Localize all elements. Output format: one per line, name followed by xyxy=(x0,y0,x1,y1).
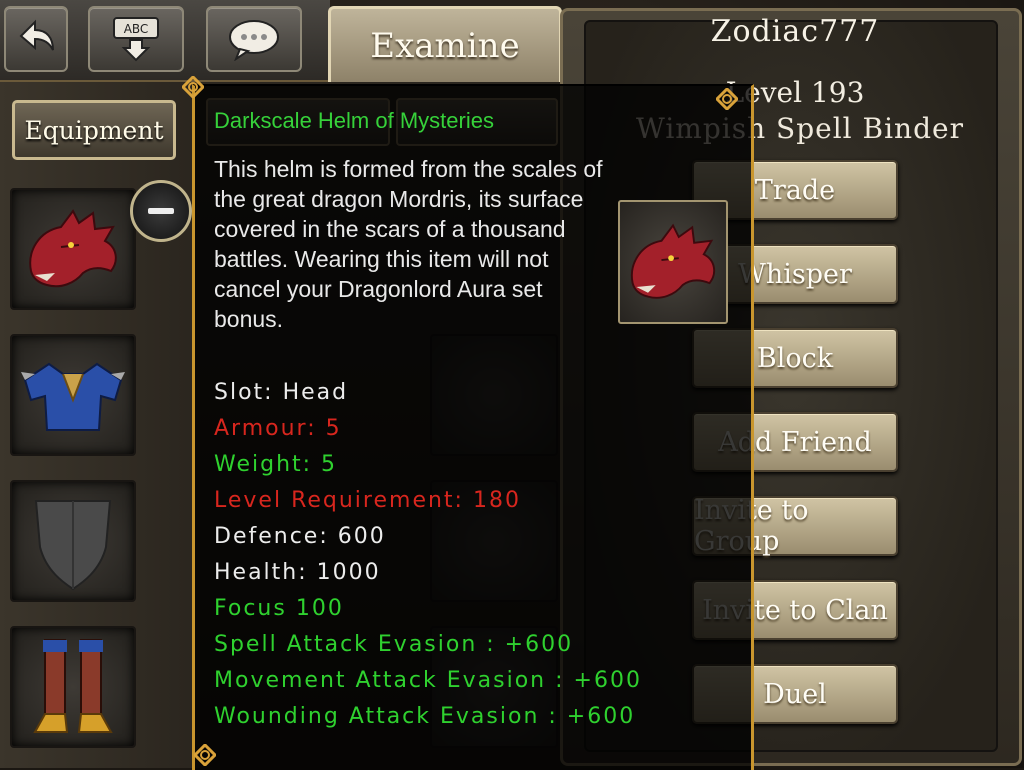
chat-button[interactable] xyxy=(206,6,302,72)
stat-focus: Focus 100 xyxy=(214,596,344,621)
item-name: Darkscale Helm of Mysteries xyxy=(214,108,494,133)
back-button[interactable] xyxy=(4,6,68,72)
stat-wounding-attack-evasion: Wounding Attack Evasion : +600 xyxy=(214,704,636,729)
stat-health: Health: 1000 xyxy=(214,560,381,585)
dragon-helm-icon xyxy=(630,223,716,299)
tab-examine[interactable]: Examine xyxy=(328,6,562,83)
equipment-slot-feet[interactable] xyxy=(10,626,136,748)
abc-label: ABC xyxy=(124,22,149,36)
item-preview xyxy=(618,200,728,324)
item-description: This helm is formed from the scales of t… xyxy=(214,156,603,332)
text-input-button[interactable]: ABC xyxy=(88,6,184,72)
minus-icon xyxy=(148,208,174,214)
blue-armour-icon xyxy=(21,362,125,431)
unequip-button[interactable] xyxy=(130,180,192,242)
stat-armour: Armour: 5 xyxy=(214,416,342,441)
shield-icon xyxy=(34,500,112,591)
equipment-slot-head[interactable] xyxy=(10,188,136,310)
stat-level-requirement: Level Requirement: 180 xyxy=(214,488,521,513)
celtic-knot-icon xyxy=(716,88,738,110)
stat-movement-attack-evasion: Movement Attack Evasion : +600 xyxy=(214,668,642,693)
equipment-button[interactable]: Equipment xyxy=(12,100,176,160)
speech-bubble-icon xyxy=(229,20,279,61)
celtic-knot-icon xyxy=(182,76,204,98)
stat-weight: Weight: 5 xyxy=(214,452,338,477)
boots-icon xyxy=(33,639,113,733)
abc-text-input-icon: ABC xyxy=(113,17,159,62)
back-arrow-icon xyxy=(19,19,54,51)
stat-slot: Slot: Head xyxy=(214,380,349,405)
player-name: Zodiac777 xyxy=(710,14,880,49)
stat-defence: Defence: 600 xyxy=(214,524,386,549)
stat-spell-attack-evasion: Spell Attack Evasion : +600 xyxy=(214,632,574,657)
equipment-slot-shield[interactable] xyxy=(10,480,136,602)
equipment-slot-body[interactable] xyxy=(10,334,136,456)
celtic-knot-icon xyxy=(194,744,216,766)
dragon-helm-icon xyxy=(29,209,117,288)
